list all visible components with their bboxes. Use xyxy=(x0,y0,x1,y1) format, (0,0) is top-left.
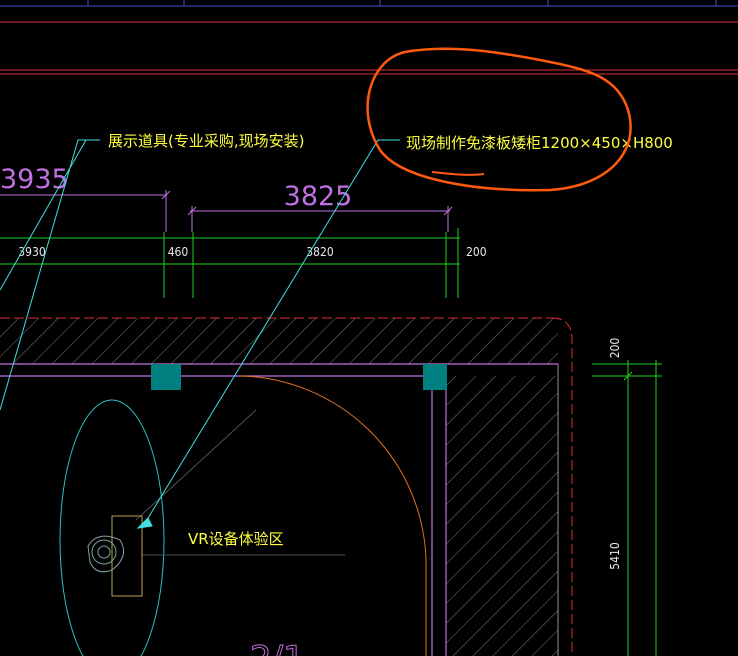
dimension-green-sub xyxy=(0,228,460,298)
orange-arc xyxy=(239,375,427,656)
vr-prop-symbol xyxy=(87,515,143,597)
title-block-strip xyxy=(0,0,738,7)
dimension-green-right xyxy=(592,360,662,656)
label-vr-zone: VR设备体验区 xyxy=(188,530,284,548)
label-room-code-partial: 2/1 xyxy=(250,639,305,656)
dim-top-left-partial: 3935 xyxy=(0,164,69,195)
dim-sub-left: 3930 xyxy=(18,245,46,259)
hatched-wall-right xyxy=(446,364,559,656)
wall-red-lines xyxy=(0,21,738,75)
markup-underline xyxy=(431,171,485,176)
column-left xyxy=(151,364,181,390)
label-cabinet: 现场制作免漆板矮柜1200×450×H800 xyxy=(406,134,673,152)
column-right xyxy=(423,364,447,390)
guide-line-diagonal xyxy=(135,409,257,521)
label-display-props: 展示道具(专业采购,现场安装) xyxy=(108,132,304,150)
dim-top-middle: 3825 xyxy=(284,181,353,212)
dim-right-main: 5410 xyxy=(608,542,622,570)
dim-right-top: 200 xyxy=(608,338,622,359)
dim-sub-right: 200 xyxy=(466,245,487,259)
cad-drawing-canvas: 3935 3825 3930 460 3820 200 200 5410 展示道… xyxy=(0,0,738,656)
dim-sub-gap: 460 xyxy=(168,245,189,259)
